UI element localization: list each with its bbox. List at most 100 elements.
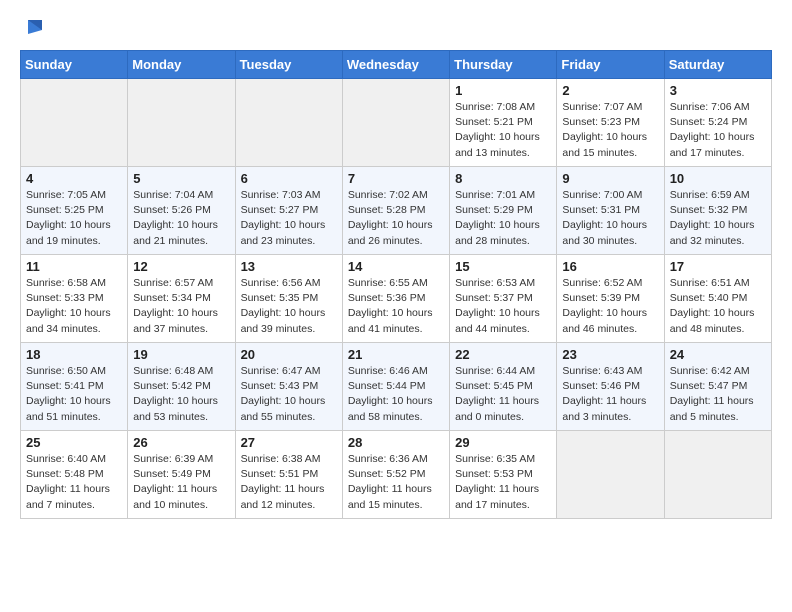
day-info: Sunrise: 6:36 AM Sunset: 5:52 PM Dayligh…: [348, 452, 444, 513]
day-info: Sunrise: 6:53 AM Sunset: 5:37 PM Dayligh…: [455, 276, 551, 337]
day-info: Sunrise: 6:40 AM Sunset: 5:48 PM Dayligh…: [26, 452, 122, 513]
day-info: Sunrise: 6:52 AM Sunset: 5:39 PM Dayligh…: [562, 276, 658, 337]
day-info: Sunrise: 7:03 AM Sunset: 5:27 PM Dayligh…: [241, 188, 337, 249]
calendar-week-row: 1 Sunrise: 7:08 AM Sunset: 5:21 PM Daylig…: [21, 79, 772, 167]
calendar-header-row: SundayMondayTuesdayWednesdayThursdayFrid…: [21, 51, 772, 79]
day-info: Sunrise: 6:43 AM Sunset: 5:46 PM Dayligh…: [562, 364, 658, 425]
calendar-day-cell: [21, 79, 128, 167]
calendar-day-cell: [235, 79, 342, 167]
day-number: 9: [562, 171, 658, 186]
calendar-day-cell: 25 Sunrise: 6:40 AM Sunset: 5:48 PM Dayli…: [21, 431, 128, 519]
calendar-day-cell: 26 Sunrise: 6:39 AM Sunset: 5:49 PM Dayli…: [128, 431, 235, 519]
day-number: 22: [455, 347, 551, 362]
day-info: Sunrise: 6:46 AM Sunset: 5:44 PM Dayligh…: [348, 364, 444, 425]
calendar-day-cell: 29 Sunrise: 6:35 AM Sunset: 5:53 PM Dayli…: [450, 431, 557, 519]
day-number: 10: [670, 171, 766, 186]
day-number: 12: [133, 259, 229, 274]
day-info: Sunrise: 6:58 AM Sunset: 5:33 PM Dayligh…: [26, 276, 122, 337]
calendar-day-cell: 7 Sunrise: 7:02 AM Sunset: 5:28 PM Daylig…: [342, 167, 449, 255]
day-number: 2: [562, 83, 658, 98]
calendar-day-cell: [557, 431, 664, 519]
day-number: 18: [26, 347, 122, 362]
day-number: 21: [348, 347, 444, 362]
day-number: 16: [562, 259, 658, 274]
calendar-day-cell: 24 Sunrise: 6:42 AM Sunset: 5:47 PM Dayli…: [664, 343, 771, 431]
calendar-day-cell: 12 Sunrise: 6:57 AM Sunset: 5:34 PM Dayli…: [128, 255, 235, 343]
calendar-day-cell: 28 Sunrise: 6:36 AM Sunset: 5:52 PM Dayli…: [342, 431, 449, 519]
calendar-table: SundayMondayTuesdayWednesdayThursdayFrid…: [20, 50, 772, 519]
day-number: 8: [455, 171, 551, 186]
day-info: Sunrise: 6:51 AM Sunset: 5:40 PM Dayligh…: [670, 276, 766, 337]
header: [20, 16, 772, 38]
calendar-day-cell: 11 Sunrise: 6:58 AM Sunset: 5:33 PM Dayli…: [21, 255, 128, 343]
day-number: 3: [670, 83, 766, 98]
calendar-day-cell: [342, 79, 449, 167]
calendar-day-cell: 2 Sunrise: 7:07 AM Sunset: 5:23 PM Daylig…: [557, 79, 664, 167]
calendar-day-cell: 1 Sunrise: 7:08 AM Sunset: 5:21 PM Daylig…: [450, 79, 557, 167]
day-info: Sunrise: 7:04 AM Sunset: 5:26 PM Dayligh…: [133, 188, 229, 249]
day-info: Sunrise: 6:44 AM Sunset: 5:45 PM Dayligh…: [455, 364, 551, 425]
day-of-week-header: Friday: [557, 51, 664, 79]
calendar-day-cell: 10Sunrise: 6:59 AM Sunset: 5:32 PM Dayli…: [664, 167, 771, 255]
calendar-day-cell: 5 Sunrise: 7:04 AM Sunset: 5:26 PM Daylig…: [128, 167, 235, 255]
day-number: 27: [241, 435, 337, 450]
day-of-week-header: Tuesday: [235, 51, 342, 79]
day-number: 24: [670, 347, 766, 362]
day-number: 28: [348, 435, 444, 450]
calendar-day-cell: 17 Sunrise: 6:51 AM Sunset: 5:40 PM Dayli…: [664, 255, 771, 343]
day-number: 23: [562, 347, 658, 362]
day-number: 19: [133, 347, 229, 362]
day-info: Sunrise: 7:08 AM Sunset: 5:21 PM Dayligh…: [455, 100, 551, 161]
day-number: 1: [455, 83, 551, 98]
calendar-day-cell: 22 Sunrise: 6:44 AM Sunset: 5:45 PM Dayli…: [450, 343, 557, 431]
day-info: Sunrise: 6:57 AM Sunset: 5:34 PM Dayligh…: [133, 276, 229, 337]
day-info: Sunrise: 6:35 AM Sunset: 5:53 PM Dayligh…: [455, 452, 551, 513]
day-of-week-header: Saturday: [664, 51, 771, 79]
day-info: Sunrise: 7:02 AM Sunset: 5:28 PM Dayligh…: [348, 188, 444, 249]
calendar-week-row: 11 Sunrise: 6:58 AM Sunset: 5:33 PM Dayli…: [21, 255, 772, 343]
day-number: 26: [133, 435, 229, 450]
day-of-week-header: Monday: [128, 51, 235, 79]
calendar-day-cell: 19 Sunrise: 6:48 AM Sunset: 5:42 PM Dayli…: [128, 343, 235, 431]
day-number: 25: [26, 435, 122, 450]
calendar-week-row: 4 Sunrise: 7:05 AM Sunset: 5:25 PM Daylig…: [21, 167, 772, 255]
day-info: Sunrise: 7:00 AM Sunset: 5:31 PM Dayligh…: [562, 188, 658, 249]
day-of-week-header: Wednesday: [342, 51, 449, 79]
day-info: Sunrise: 6:42 AM Sunset: 5:47 PM Dayligh…: [670, 364, 766, 425]
day-info: Sunrise: 6:39 AM Sunset: 5:49 PM Dayligh…: [133, 452, 229, 513]
calendar-week-row: 25 Sunrise: 6:40 AM Sunset: 5:48 PM Dayli…: [21, 431, 772, 519]
calendar-day-cell: 6 Sunrise: 7:03 AM Sunset: 5:27 PM Daylig…: [235, 167, 342, 255]
calendar-day-cell: 27 Sunrise: 6:38 AM Sunset: 5:51 PM Dayli…: [235, 431, 342, 519]
day-info: Sunrise: 7:07 AM Sunset: 5:23 PM Dayligh…: [562, 100, 658, 161]
day-number: 11: [26, 259, 122, 274]
day-info: Sunrise: 6:48 AM Sunset: 5:42 PM Dayligh…: [133, 364, 229, 425]
day-number: 7: [348, 171, 444, 186]
day-number: 13: [241, 259, 337, 274]
calendar-day-cell: 16 Sunrise: 6:52 AM Sunset: 5:39 PM Dayli…: [557, 255, 664, 343]
day-number: 14: [348, 259, 444, 274]
day-number: 29: [455, 435, 551, 450]
calendar-day-cell: 23 Sunrise: 6:43 AM Sunset: 5:46 PM Dayli…: [557, 343, 664, 431]
day-of-week-header: Sunday: [21, 51, 128, 79]
day-number: 5: [133, 171, 229, 186]
day-number: 6: [241, 171, 337, 186]
calendar-week-row: 18 Sunrise: 6:50 AM Sunset: 5:41 PM Dayli…: [21, 343, 772, 431]
day-number: 17: [670, 259, 766, 274]
calendar-day-cell: 3 Sunrise: 7:06 AM Sunset: 5:24 PM Daylig…: [664, 79, 771, 167]
day-info: Sunrise: 6:38 AM Sunset: 5:51 PM Dayligh…: [241, 452, 337, 513]
day-info: Sunrise: 6:50 AM Sunset: 5:41 PM Dayligh…: [26, 364, 122, 425]
day-number: 4: [26, 171, 122, 186]
calendar-day-cell: 14 Sunrise: 6:55 AM Sunset: 5:36 PM Dayli…: [342, 255, 449, 343]
calendar-day-cell: 4 Sunrise: 7:05 AM Sunset: 5:25 PM Daylig…: [21, 167, 128, 255]
calendar-day-cell: 13Sunrise: 6:56 AM Sunset: 5:35 PM Dayli…: [235, 255, 342, 343]
day-info: Sunrise: 6:47 AM Sunset: 5:43 PM Dayligh…: [241, 364, 337, 425]
calendar-day-cell: 9 Sunrise: 7:00 AM Sunset: 5:31 PM Daylig…: [557, 167, 664, 255]
day-number: 15: [455, 259, 551, 274]
day-info: Sunrise: 6:55 AM Sunset: 5:36 PM Dayligh…: [348, 276, 444, 337]
calendar-day-cell: [664, 431, 771, 519]
calendar-day-cell: 20Sunrise: 6:47 AM Sunset: 5:43 PM Dayli…: [235, 343, 342, 431]
day-info: Sunrise: 7:01 AM Sunset: 5:29 PM Dayligh…: [455, 188, 551, 249]
day-info: Sunrise: 7:05 AM Sunset: 5:25 PM Dayligh…: [26, 188, 122, 249]
day-info: Sunrise: 7:06 AM Sunset: 5:24 PM Dayligh…: [670, 100, 766, 161]
logo: [20, 16, 44, 38]
